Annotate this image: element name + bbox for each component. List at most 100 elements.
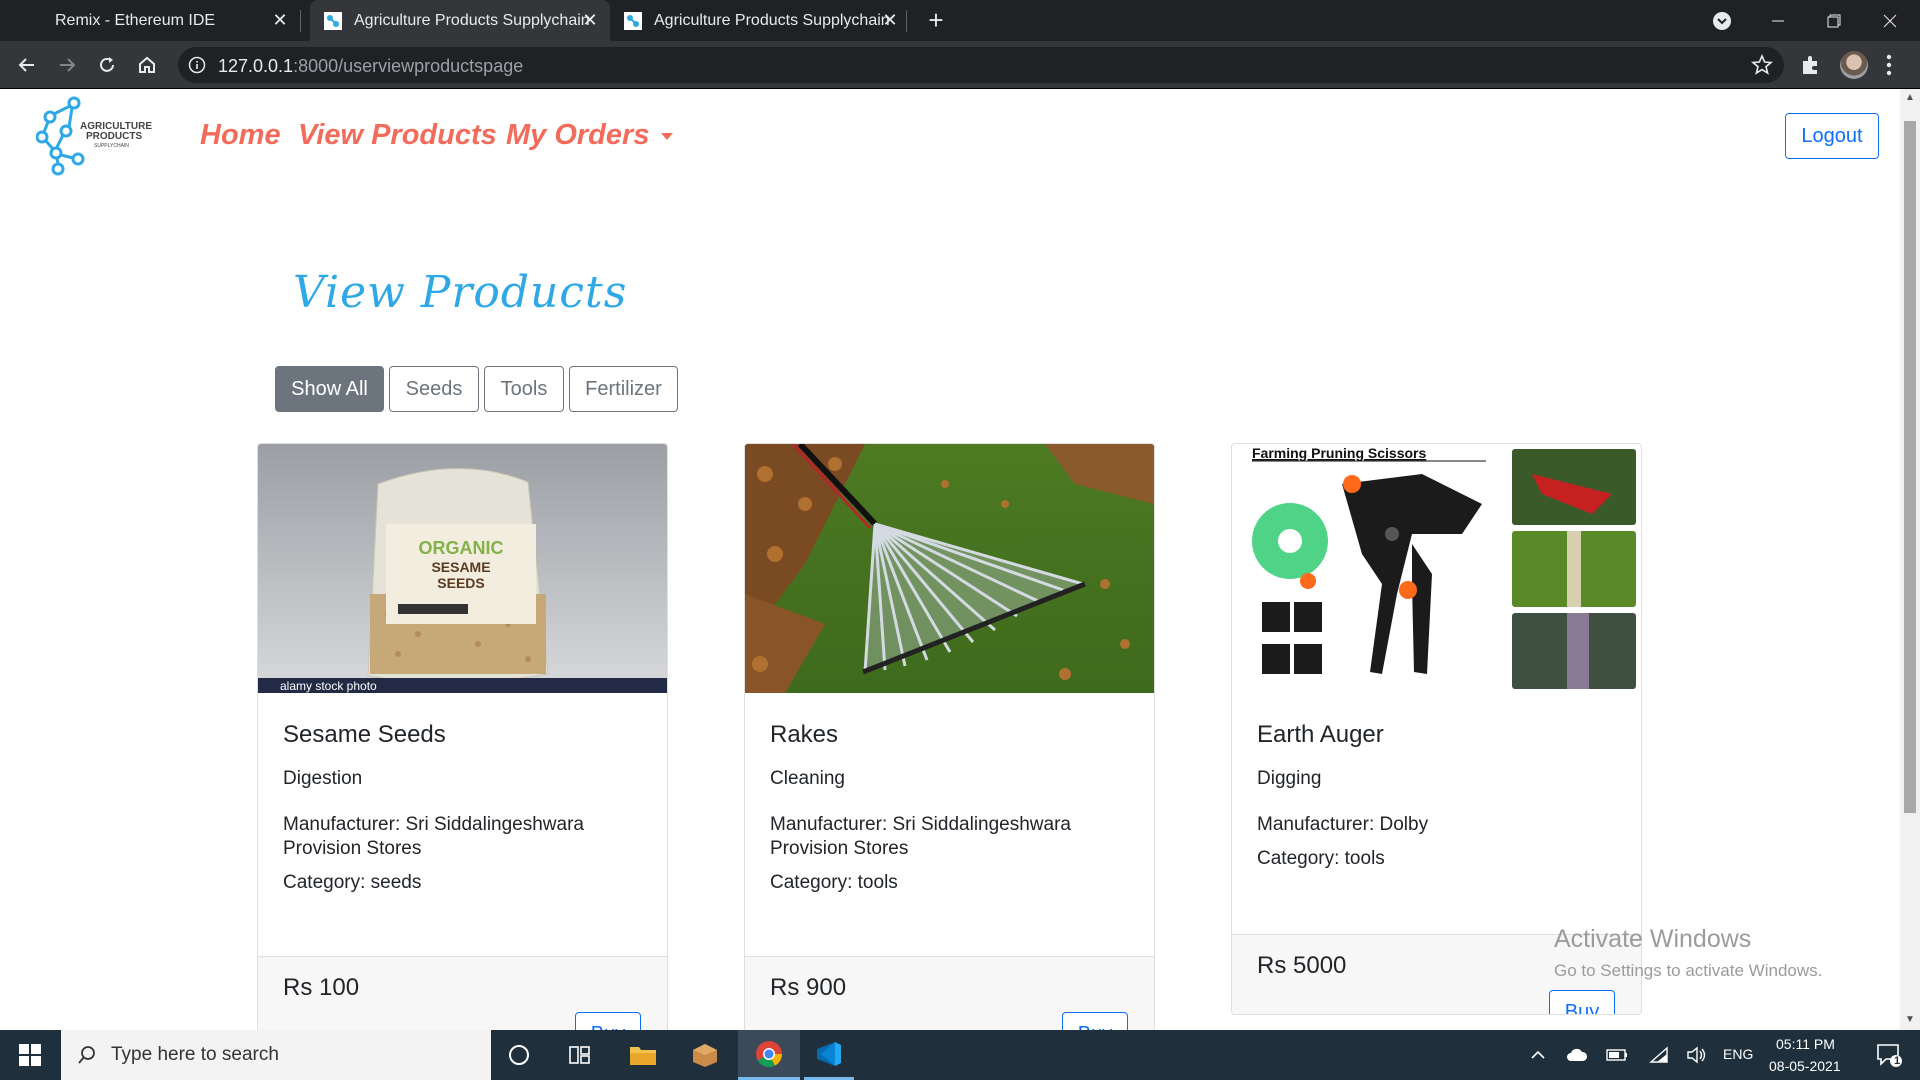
- card-body: Sesame Seeds Digestion Manufacturer: Sri…: [258, 721, 667, 956]
- nav-view-products[interactable]: View Products: [298, 119, 497, 152]
- chrome-taskbar-icon[interactable]: [738, 1030, 800, 1080]
- page-viewport: AGRICULTURE PRODUCTS SUPPLYCHAIN Home Vi…: [0, 89, 1900, 1030]
- taskbar-search-input[interactable]: Type here to search: [61, 1030, 491, 1080]
- clock-date[interactable]: 08-05-2021: [1769, 1058, 1841, 1074]
- battery-icon[interactable]: [1602, 1030, 1632, 1080]
- product-card: ORGANIC SESAME SEEDS alamy stock photo S…: [257, 443, 668, 1030]
- search-placeholder: Type here to search: [111, 1044, 279, 1065]
- card-body: Earth Auger Digging Manufacturer: Dolby …: [1232, 721, 1641, 934]
- nav-my-orders-dropdown[interactable]: My Orders: [506, 119, 674, 152]
- task-view-icon[interactable]: [555, 1030, 605, 1080]
- product-price: Rs 900: [770, 974, 847, 1001]
- page-title: View Products: [293, 267, 628, 318]
- filter-show-all-button[interactable]: Show All: [275, 366, 384, 412]
- new-tab-plus-icon[interactable]: +: [922, 6, 950, 34]
- clock-time[interactable]: 05:11 PM: [1776, 1036, 1835, 1052]
- product-name: Earth Auger: [1257, 721, 1384, 748]
- nav-my-orders-label: My Orders: [506, 119, 650, 151]
- svg-text:Farming Pruning Scissors: Farming Pruning Scissors: [1252, 445, 1426, 461]
- product-description: Cleaning: [770, 768, 845, 789]
- product-manufacturer: Manufacturer: Sri Siddalingeshwara Provi…: [283, 814, 584, 859]
- close-icon[interactable]: ✕: [580, 10, 600, 30]
- product-price: Rs 5000: [1257, 952, 1347, 979]
- svg-text:PRODUCTS: PRODUCTS: [86, 131, 142, 142]
- browser-tab-bar: Remix - Ethereum IDE ✕ Agriculture Produ…: [0, 0, 1920, 41]
- svg-text:ORGANIC: ORGANIC: [419, 538, 504, 558]
- notification-center-icon[interactable]: 1: [1864, 1030, 1914, 1080]
- buy-button[interactable]: Buy: [575, 1012, 641, 1030]
- product-description: Digestion: [283, 768, 363, 789]
- tab-agriculture[interactable]: Agriculture Products Supplychain ✕: [610, 0, 910, 41]
- buy-button[interactable]: Buy: [1062, 1012, 1128, 1030]
- site-favicon-icon: [624, 11, 642, 30]
- buy-button[interactable]: Buy: [1549, 990, 1615, 1014]
- svg-text:SUPPLYCHAIN: SUPPLYCHAIN: [94, 143, 129, 149]
- product-name: Sesame Seeds: [283, 721, 446, 748]
- app-box-icon[interactable]: [680, 1030, 730, 1080]
- reload-icon[interactable]: [93, 51, 121, 79]
- home-icon[interactable]: [133, 51, 161, 79]
- cortana-circle-icon[interactable]: [494, 1030, 544, 1080]
- extensions-puzzle-icon[interactable]: [1798, 52, 1824, 78]
- scroll-down-arrow-icon[interactable]: ▼: [1904, 1015, 1916, 1025]
- tab-remix[interactable]: Remix - Ethereum IDE ✕: [0, 0, 300, 41]
- caret-down-icon: [661, 132, 674, 140]
- logo-network-icon: AGRICULTURE PRODUCTS SUPPLYCHAIN: [35, 96, 152, 176]
- site-logo[interactable]: AGRICULTURE PRODUCTS SUPPLYCHAIN: [35, 93, 152, 177]
- profile-avatar[interactable]: [1840, 51, 1868, 79]
- scrollbar-thumb[interactable]: [1904, 121, 1916, 813]
- logout-button[interactable]: Logout: [1785, 113, 1879, 159]
- wifi-icon[interactable]: [1644, 1030, 1674, 1080]
- file-explorer-icon[interactable]: [618, 1030, 668, 1080]
- filter-tools-button[interactable]: Tools: [484, 366, 564, 412]
- volume-icon[interactable]: [1682, 1030, 1712, 1080]
- tab-agriculture-active[interactable]: Agriculture Products Supplychain ✕: [310, 0, 610, 41]
- product-manufacturer: Manufacturer: Dolby: [1257, 814, 1429, 835]
- site-info-icon[interactable]: [188, 56, 206, 74]
- close-icon[interactable]: ✕: [880, 10, 900, 30]
- tab-title: Agriculture Products Supplychain: [654, 11, 890, 29]
- tab-title: Remix - Ethereum IDE: [55, 11, 216, 29]
- nav-home[interactable]: Home: [200, 119, 281, 152]
- onedrive-cloud-icon[interactable]: [1562, 1030, 1592, 1080]
- card-footer: Rs 100 Buy: [258, 956, 667, 1030]
- menu-kebab-icon[interactable]: [1884, 52, 1894, 78]
- product-category: Category: seeds: [283, 872, 422, 893]
- bookmark-star-icon[interactable]: [1750, 53, 1774, 77]
- windows-taskbar: Type here to search ENG 05:11 PM 08-05-2…: [0, 1030, 1920, 1080]
- product-category: Category: tools: [1257, 848, 1385, 869]
- vscode-taskbar-icon[interactable]: [804, 1030, 854, 1080]
- url-text: 127.0.0.1:8000/userviewproductspage: [218, 56, 524, 76]
- filter-seeds-button[interactable]: Seeds: [389, 366, 479, 412]
- window-close-icon[interactable]: [1862, 0, 1918, 41]
- product-category: Category: tools: [770, 872, 898, 893]
- page-scrollbar[interactable]: ▲ ▼: [1900, 89, 1920, 1030]
- windows-start-icon[interactable]: [0, 1030, 60, 1080]
- browser-toolbar: 127.0.0.1:8000/userviewproductspage: [0, 41, 1920, 89]
- product-image-earth-auger: Farming Pruning Scissors: [1232, 444, 1641, 693]
- product-price: Rs 100: [283, 974, 360, 1001]
- close-icon[interactable]: ✕: [270, 10, 290, 30]
- product-card: Rakes Cleaning Manufacturer: Sri Siddali…: [744, 443, 1155, 1030]
- card-body: Rakes Cleaning Manufacturer: Sri Siddali…: [745, 721, 1154, 956]
- filter-fertilizer-button[interactable]: Fertilizer: [569, 366, 678, 412]
- product-image-rakes: [745, 444, 1154, 693]
- tab-separator: [906, 10, 907, 32]
- tray-chevron-up-icon[interactable]: [1524, 1030, 1552, 1080]
- address-bar[interactable]: 127.0.0.1:8000/userviewproductspage: [178, 47, 1784, 83]
- language-indicator[interactable]: ENG: [1723, 1046, 1753, 1062]
- notification-count-badge: 1: [1894, 1055, 1901, 1067]
- back-arrow-icon[interactable]: [13, 51, 41, 79]
- restore-icon[interactable]: [1806, 0, 1862, 41]
- minimize-icon[interactable]: [1750, 0, 1806, 41]
- product-description: Digging: [1257, 768, 1322, 789]
- svg-text:alamy stock photo: alamy stock photo: [280, 679, 377, 693]
- product-image-sesame-seeds: ORGANIC SESAME SEEDS alamy stock photo: [258, 444, 667, 693]
- forward-arrow-icon[interactable]: [53, 51, 81, 79]
- search-icon: [78, 1046, 95, 1064]
- tab-separator: [300, 10, 301, 32]
- scroll-up-arrow-icon[interactable]: ▲: [1904, 93, 1916, 103]
- tab-search-icon[interactable]: [1694, 0, 1750, 41]
- activate-windows-title: Activate Windows: [1554, 925, 1752, 953]
- product-name: Rakes: [770, 721, 839, 748]
